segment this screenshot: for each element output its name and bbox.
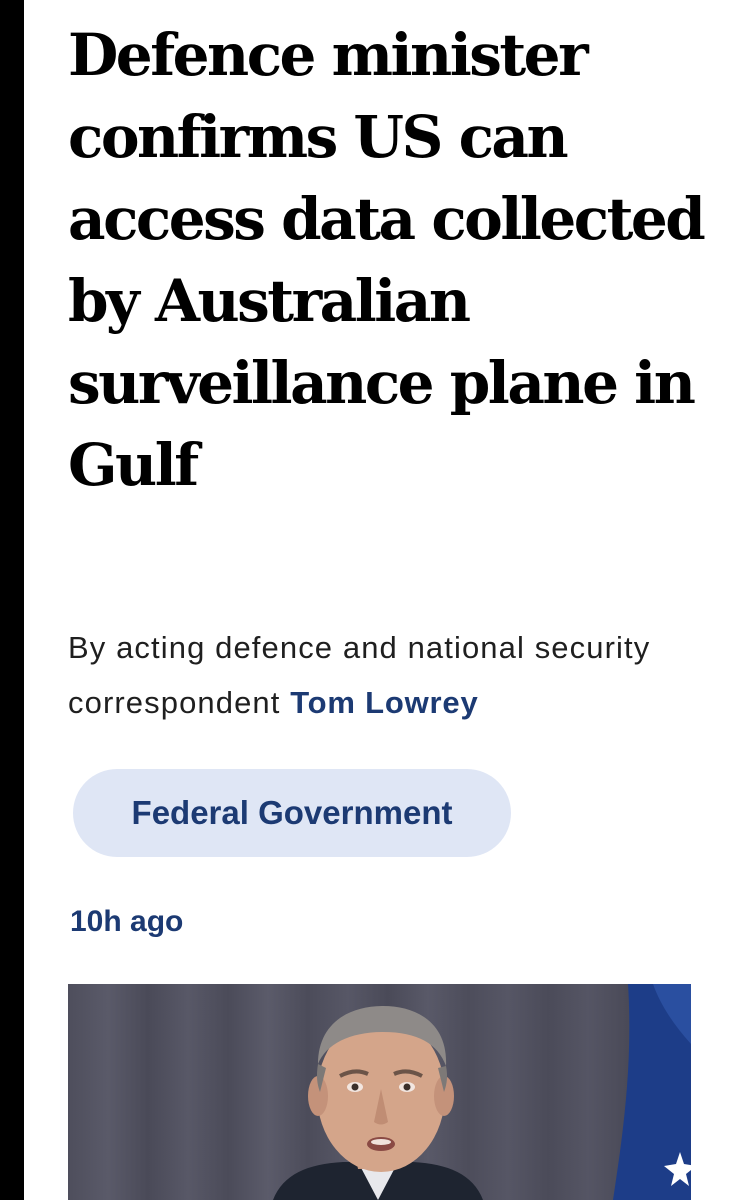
article-headline: Defence minister confirms US can access … — [68, 21, 706, 499]
publish-timestamp: 10h ago — [70, 905, 184, 938]
author-link[interactable]: Tom Lowrey — [290, 685, 478, 720]
article-screen: Defence minister confirms US can access … — [0, 0, 733, 1200]
left-edge-bar — [0, 0, 24, 1200]
flag-icon — [613, 984, 691, 1200]
byline: By acting defence and national security … — [68, 620, 708, 730]
hero-photo-illustration — [273, 984, 691, 1200]
hero-image[interactable] — [68, 984, 691, 1200]
topic-tag-button[interactable]: Federal Government — [73, 769, 511, 857]
